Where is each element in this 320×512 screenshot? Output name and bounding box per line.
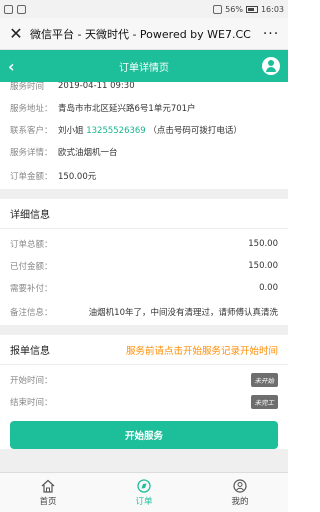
bottom-tabbar: 首页 订单 我的	[0, 472, 288, 512]
detail-row: 需要补付： 0.00	[0, 277, 288, 299]
status-bar: 56% 16:03	[0, 0, 288, 18]
tab-orders[interactable]: 订单	[96, 473, 192, 512]
details-title: 详细信息	[0, 199, 288, 229]
contact-value: 刘小姐 13255526369 （点击号码可拨打电话）	[58, 124, 278, 136]
detail-row: 已付金额： 150.00	[0, 255, 288, 277]
notification-icon	[4, 4, 13, 14]
end-time-row: 结束时间： 未完工	[0, 391, 288, 413]
end-status-badge: 未完工	[250, 395, 278, 409]
end-time-label: 结束时间：	[10, 398, 53, 408]
battery-percent: 56%	[225, 4, 243, 14]
detail-value: 0.00	[259, 283, 278, 293]
details-card: 详细信息 订单总额： 150.00 已付金额： 150.00 需要补付： 0.0…	[0, 199, 288, 325]
order-amount-row: 订单金额： 150.00元	[0, 163, 288, 189]
close-icon[interactable]: ✕	[6, 18, 26, 50]
report-tip: 服务前请点击开始服务记录开始时间	[125, 345, 278, 357]
order-compass-icon	[137, 478, 151, 493]
clock: 16:03	[260, 4, 284, 14]
tab-profile-label: 我的	[231, 496, 249, 507]
start-status-badge: 未开始	[250, 373, 278, 387]
contact-phone-link[interactable]: 13255526369	[86, 126, 146, 136]
contact-hint: （点击号码可拨打电话）	[148, 126, 242, 136]
start-service-button[interactable]: 开始服务	[10, 421, 278, 449]
detail-label: 订单总额：	[10, 240, 53, 250]
report-title: 报单信息	[10, 346, 50, 357]
detail-row: 订单总额： 150.00	[0, 233, 288, 255]
profile-icon	[233, 478, 247, 493]
service-detail-label: 服务详情：	[10, 148, 53, 158]
detail-label: 需要补付：	[10, 284, 53, 294]
signal-icon	[213, 4, 223, 14]
section-gap	[0, 325, 288, 335]
start-time-label: 开始时间：	[10, 376, 53, 386]
page-title: 订单详情页	[119, 62, 169, 74]
contact-label: 联系客户：	[10, 126, 53, 136]
page-header: ‹ 订单详情页	[0, 50, 288, 82]
status-right: 56% 16:03	[213, 4, 284, 14]
tab-home-label: 首页	[39, 496, 57, 507]
note-label: 备注信息：	[10, 308, 53, 318]
service-detail-value: 欧式油烟机一台	[58, 148, 118, 158]
detail-value: 150.00	[248, 261, 278, 271]
tab-home[interactable]: 首页	[0, 473, 96, 512]
contact-row: 联系客户： 刘小姐 13255526369 （点击号码可拨打电话）	[0, 119, 288, 141]
contact-name: 刘小姐	[58, 126, 84, 136]
tab-profile[interactable]: 我的	[192, 473, 288, 512]
order-amount-label: 订单金额：	[10, 172, 53, 182]
section-gap	[0, 189, 288, 199]
service-detail-row: 服务详情： 欧式油烟机一台	[0, 141, 288, 163]
service-address-value: 青岛市市北区延兴路6号1单元701户	[58, 104, 196, 114]
order-info-card: 服务时间 2019-04-11 09:30 服务地址： 青岛市市北区延兴路6号1…	[0, 82, 288, 189]
service-address-row: 服务地址： 青岛市市北区延兴路6号1单元701户	[0, 97, 288, 119]
tab-orders-label: 订单	[135, 496, 153, 507]
note-row: 备注信息： 油烟机10年了，中间没有清理过，请师傅认真清洗	[0, 299, 288, 325]
order-amount-value: 150.00元	[58, 172, 97, 182]
wechat-page-title: 微信平台 - 天微时代 - Powered by WE7.CC	[30, 27, 251, 41]
detail-label: 已付金额：	[10, 262, 53, 272]
report-card: 报单信息 服务前请点击开始服务记录开始时间 开始时间： 未开始 结束时间： 未完…	[0, 335, 288, 449]
note-value: 油烟机10年了，中间没有清理过，请师傅认真清洗	[88, 308, 278, 318]
user-icon[interactable]	[262, 57, 280, 75]
home-icon	[41, 479, 55, 493]
report-header: 报单信息 服务前请点击开始服务记录开始时间	[0, 335, 288, 365]
scroll-content[interactable]: 服务时间 2019-04-11 09:30 服务地址： 青岛市市北区延兴路6号1…	[0, 82, 288, 472]
service-time-label: 服务时间	[10, 82, 45, 92]
start-time-row: 开始时间： 未开始	[0, 369, 288, 391]
service-time-row: 服务时间 2019-04-11 09:30	[0, 82, 288, 97]
service-time-value: 2019-04-11 09:30	[58, 82, 135, 91]
status-left-icons	[4, 4, 26, 14]
detail-value: 150.00	[248, 239, 278, 249]
service-address-label: 服务地址：	[10, 104, 53, 114]
wechat-titlebar: ✕ 微信平台 - 天微时代 - Powered by WE7.CC ···	[0, 18, 288, 50]
battery-icon	[245, 5, 258, 13]
more-icon[interactable]: ···	[260, 26, 282, 42]
notification-icon	[17, 4, 26, 14]
back-icon[interactable]: ‹	[8, 57, 26, 76]
